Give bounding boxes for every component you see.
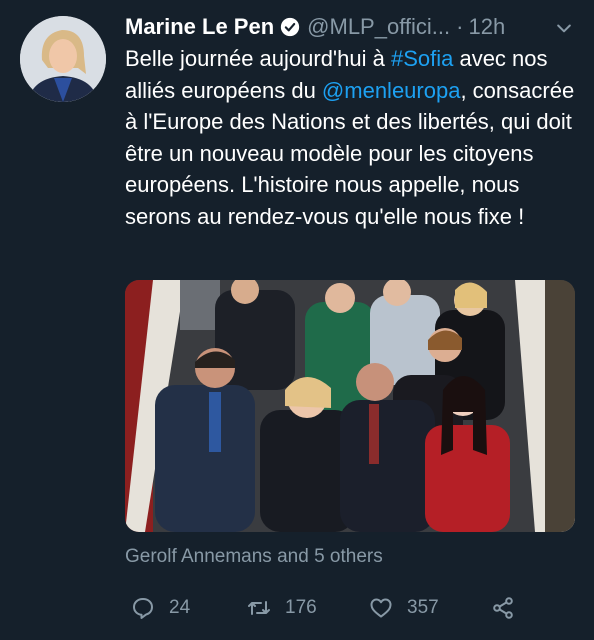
tweet-header: Marine Le Pen @MLP_offici... · 12h <box>125 10 576 44</box>
like-count: 357 <box>407 597 439 618</box>
author-name[interactable]: Marine Le Pen <box>125 14 274 40</box>
text-segment: Belle journée aujourd'hui à <box>125 46 391 71</box>
mention-link[interactable]: @menleuropa <box>322 78 461 103</box>
share-icon <box>493 597 513 619</box>
separator: · <box>456 14 464 39</box>
reply-icon <box>133 598 153 619</box>
retweet-button[interactable]: 176 <box>247 590 317 626</box>
chevron-down-icon[interactable] <box>554 18 574 38</box>
heart-icon <box>370 598 392 618</box>
reply-count: 24 <box>169 597 191 618</box>
tweet[interactable]: Marine Le Pen @MLP_offici... · 12h Belle… <box>0 0 594 640</box>
avatar[interactable] <box>20 16 106 102</box>
retweet-count: 176 <box>285 597 317 618</box>
like-button[interactable]: 357 <box>369 590 439 626</box>
hashtag-link[interactable]: #Sofia <box>391 46 453 71</box>
timestamp[interactable]: 12h <box>468 14 505 40</box>
tweet-text: Belle journée aujourd'hui à #Sofia avec … <box>125 43 575 232</box>
action-bar: 24 176 357 <box>125 590 575 626</box>
tweet-photo[interactable] <box>125 280 575 532</box>
author-handle[interactable]: @MLP_offici... <box>307 14 450 40</box>
retweet-icon <box>248 601 270 615</box>
tagged-people[interactable]: Gerolf Annemans and 5 others <box>125 546 383 568</box>
verified-badge-icon <box>280 17 300 37</box>
reply-button[interactable]: 24 <box>131 590 190 626</box>
share-button[interactable] <box>491 590 529 626</box>
